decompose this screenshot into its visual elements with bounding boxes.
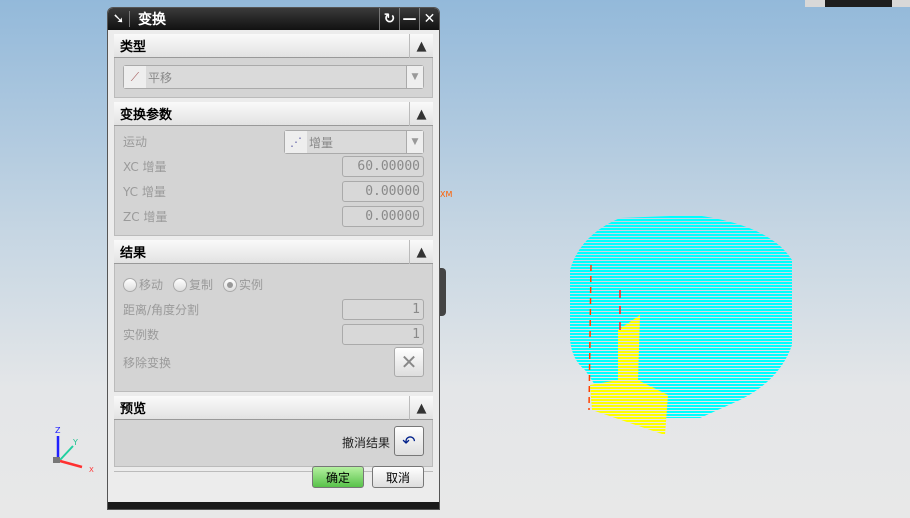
axis-z-label: Z — [55, 426, 61, 435]
3d-model-view[interactable]: Z Y X — [0, 0, 910, 518]
axis-x-label: X — [89, 466, 94, 474]
axis-y-label: Y — [72, 438, 78, 447]
